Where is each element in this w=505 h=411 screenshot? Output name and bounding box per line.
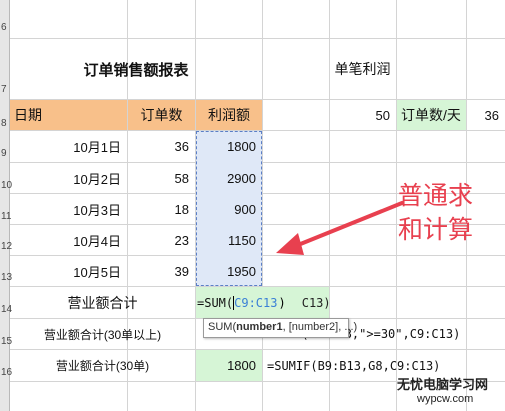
eq30-value[interactable]: 1800 [196,350,262,381]
eq30-label[interactable]: 营业额合计(30单) [10,350,195,381]
tooltip-function: SUM( [208,321,237,333]
row-number[interactable]: 11 [0,211,11,222]
total-label[interactable]: 营业额合计 [10,287,195,318]
row-number[interactable]: 6 [0,22,10,33]
date-cell[interactable]: 10月2日 [10,163,127,193]
formula-text: =SUM( [197,295,234,310]
profit-cell[interactable]: 900 [196,194,262,224]
gridline [10,38,505,39]
orders-cell[interactable]: 23 [128,225,195,255]
profit-cell[interactable]: 1800 [196,131,262,162]
orders-per-day-label[interactable]: 订单数/天 [397,100,466,130]
formula-range-ref: C9:C13 [234,295,278,310]
header-profit[interactable]: 利润额 [196,100,262,130]
orders-cell[interactable]: 36 [128,131,195,162]
row-number[interactable]: 15 [0,336,12,347]
watermark-url: wypcw.com [417,393,474,405]
row-number[interactable]: 10 [0,180,12,191]
report-title[interactable]: 订单销售额报表 [10,40,262,98]
header-orders[interactable]: 订单数 [128,100,195,130]
date-cell[interactable]: 10月4日 [10,225,127,255]
single-profit-value[interactable]: 50 [329,100,396,130]
row-number[interactable]: 13 [0,272,12,283]
row-header: 6 7 8 9 10 11 12 13 14 15 16 [0,0,12,411]
header-date[interactable]: 日期 [10,100,127,130]
function-tooltip[interactable]: SUM(number1, [number2], ...) [203,318,357,338]
spreadsheet: 6 7 8 9 10 11 12 13 14 15 16 订单销售额报表 单笔利… [0,0,505,411]
row-number[interactable]: 16 [0,367,12,378]
tooltip-rest: , [number2], ...) [282,321,358,333]
date-cell[interactable]: 10月1日 [10,131,127,162]
row-number[interactable]: 7 [0,84,10,95]
single-profit-label[interactable]: 单笔利润 [329,40,396,98]
over30-label[interactable]: 营业额合计(30单以上) [10,319,195,349]
profit-cell[interactable]: 1950 [196,256,262,286]
date-cell[interactable]: 10月5日 [10,256,127,286]
orders-cell[interactable]: 18 [128,194,195,224]
orders-per-day-value[interactable]: 36 [467,100,505,130]
orders-cell[interactable]: 58 [128,163,195,193]
row-number[interactable]: 8 [0,118,10,129]
tooltip-arg: number1 [236,321,283,333]
date-cell[interactable]: 10月3日 [10,194,127,224]
profit-cell[interactable]: 1150 [196,225,262,255]
profit-cell[interactable]: 2900 [196,163,262,193]
total-formula-cell[interactable]: =SUM(C9:C13) C13) [196,287,396,318]
formula-shadow-text: C13) [301,295,331,310]
orders-cell[interactable]: 39 [128,256,195,286]
annotation-line2: 和计算 [398,215,474,244]
watermark-title: 无忧电脑学习网 [397,377,489,392]
red-arrow-icon [276,201,404,255]
annotation-line1: 普通求 [398,181,474,210]
row-number[interactable]: 9 [0,148,10,159]
row-number[interactable]: 14 [0,304,12,315]
row-number[interactable]: 12 [0,241,12,252]
